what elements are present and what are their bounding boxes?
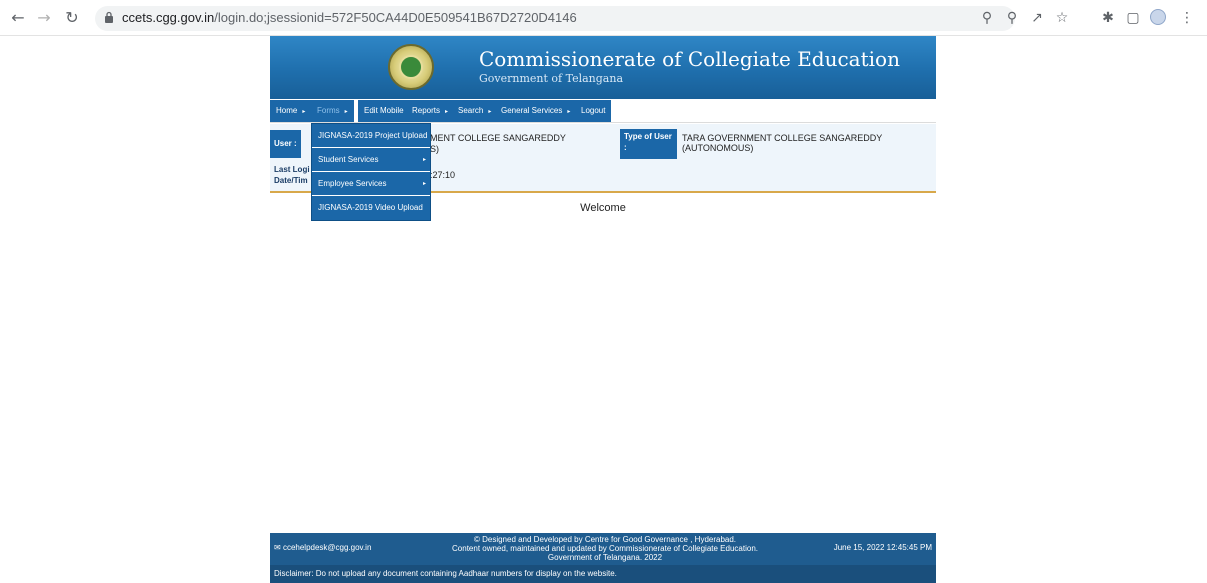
browser-toolbar: ← → ↻ ccets.cgg.gov.in/login.do;jsession… <box>0 0 1207 36</box>
menu-search-label: Search <box>458 106 484 115</box>
dropdown-student-services[interactable]: Student Services ▸ <box>312 148 430 172</box>
menu-arrow-icon: ▸ <box>567 109 571 115</box>
menu-edit-mobile[interactable]: Edit Mobile <box>358 100 411 122</box>
key-icon[interactable]: ⚲ <box>978 9 996 27</box>
emblem-center <box>399 55 423 79</box>
page-container: Commissionerate of Collegiate Education … <box>270 36 936 583</box>
zoom-icon[interactable]: ⚲ <box>1003 9 1021 27</box>
forward-arrow-icon[interactable]: → <box>34 8 54 28</box>
footer-credit-line2: Content owned, maintained and updated by… <box>452 544 758 553</box>
submenu-arrow-icon: ▸ <box>422 181 426 187</box>
dropdown-item-label: JIGNASA-2019 Project Upload <box>318 131 428 140</box>
menu-general-services[interactable]: General Services ▸ <box>495 100 578 122</box>
menu-reports[interactable]: Reports ▸ <box>406 100 456 122</box>
menu-arrow-icon: ▸ <box>445 109 449 115</box>
side-panel-icon[interactable]: ▢ <box>1124 9 1142 27</box>
url-text[interactable]: ccets.cgg.gov.in/login.do;jsessionid=572… <box>122 10 577 25</box>
last-login-value: :27:10 <box>430 170 456 180</box>
menu-edit-mobile-label: Edit Mobile <box>364 106 404 115</box>
telangana-emblem-logo <box>388 44 434 90</box>
footer-credit-line3: Government of Telangana. 2022 <box>547 553 663 562</box>
profile-avatar-icon[interactable] <box>1149 9 1167 27</box>
menu-home[interactable]: Home ▸ <box>270 100 313 122</box>
dropdown-jignasa-project-upload[interactable]: JIGNASA-2019 Project Upload <box>312 124 430 148</box>
footer-email-text: ccehelpdesk@cgg.gov.in <box>282 543 372 552</box>
menu-search[interactable]: Search ▸ <box>452 100 499 122</box>
menu-forms[interactable]: Forms ▸ <box>311 100 355 122</box>
header-banner: Commissionerate of Collegiate Education … <box>270 36 936 99</box>
type-of-user-label: Type of User: <box>620 129 677 159</box>
footer-email-link[interactable]: ✉ ccehelpdesk@cgg.gov.in <box>274 543 371 552</box>
last-login-label-line1: Last Logi <box>274 165 310 174</box>
welcome-text: Welcome <box>580 202 626 214</box>
user-value-line1: MENT COLLEGE SANGAREDDY <box>430 133 566 143</box>
user-label: User : <box>270 130 301 158</box>
extensions-puzzle-icon[interactable]: ✱ <box>1099 9 1117 27</box>
dropdown-item-label: Student Services <box>318 155 379 164</box>
footer-credit: © Designed and Developed by Centre for G… <box>415 535 795 562</box>
site-subtitle: Government of Telangana <box>479 72 624 85</box>
more-menu-icon[interactable]: ⋮ <box>1178 9 1196 27</box>
menu-arrow-icon: ▸ <box>302 109 306 115</box>
menu-logout[interactable]: Logout <box>575 100 613 122</box>
type-label-line2: : <box>624 143 627 152</box>
menu-arrow-icon: ▸ <box>344 109 348 115</box>
dropdown-employee-services[interactable]: Employee Services ▸ <box>312 172 430 196</box>
footer-datetime: June 15, 2022 12:45:45 PM <box>833 543 932 552</box>
footer-disclaimer: Disclaimer: Do not upload any document c… <box>270 565 936 583</box>
menu-general-services-label: General Services <box>501 106 563 115</box>
footer: ✉ ccehelpdesk@cgg.gov.in © Designed and … <box>270 533 936 583</box>
menu-reports-label: Reports <box>412 106 441 115</box>
last-login-label-line2: Date/Tim <box>274 176 308 185</box>
menu-forms-label: Forms <box>317 106 340 115</box>
submenu-arrow-icon: ▸ <box>422 157 426 163</box>
url-host: ccets.cgg.gov.in <box>122 10 215 25</box>
main-menu: Home ▸ Forms ▸ Edit Mobile Reports ▸ Search… <box>270 99 936 123</box>
menu-logout-label: Logout <box>581 106 606 115</box>
url-path: /login.do;jsessionid=572F50CA44D0E509541… <box>214 10 577 25</box>
user-value-line2: S) <box>430 144 439 154</box>
last-login-label: Last Logi Date/Tim <box>270 162 314 188</box>
lock-icon <box>105 11 113 23</box>
share-icon[interactable]: ↗ <box>1028 9 1046 27</box>
mail-icon: ✉ <box>274 543 283 552</box>
type-of-user-value-line2: (AUTONOMOUS) <box>682 143 754 153</box>
dropdown-item-label: Employee Services <box>318 179 387 188</box>
back-arrow-icon[interactable]: ← <box>8 8 28 28</box>
bookmark-star-icon[interactable]: ☆ <box>1053 9 1071 27</box>
footer-credit-line1: © Designed and Developed by Centre for G… <box>473 535 737 544</box>
type-label-line1: Type of User <box>624 132 672 141</box>
site-title: Commissionerate of Collegiate Education <box>479 47 900 71</box>
reload-icon[interactable]: ↻ <box>62 8 82 28</box>
menu-arrow-icon: ▸ <box>488 109 492 115</box>
menu-home-label: Home <box>276 106 298 115</box>
